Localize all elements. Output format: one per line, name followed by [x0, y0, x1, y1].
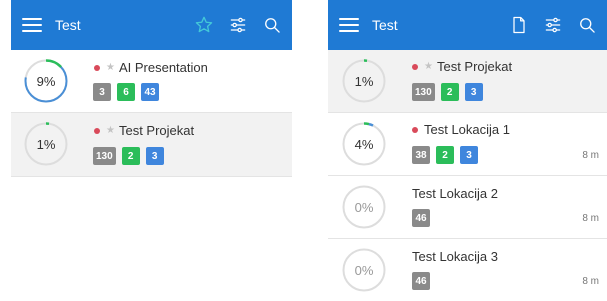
count-badge-blue: 3	[460, 146, 478, 164]
app-bar: Test	[328, 0, 607, 50]
progress-percent: 1%	[354, 73, 374, 89]
progress-percent: 4%	[354, 136, 374, 152]
progress-ring: 0%	[341, 184, 387, 230]
right-panel: Test 1% ★ Test Projekat 130 2 3 4% Test …	[328, 0, 607, 299]
item-title: Test Lokacija 3	[412, 249, 498, 264]
item-title: AI Presentation	[118, 60, 208, 75]
count-badge-green: 2	[440, 83, 459, 101]
status-dot	[94, 127, 100, 134]
list-item[interactable]: 1% ★ Test Projekat 130 2 3	[11, 113, 292, 177]
count-badge-blue: 3	[464, 83, 483, 101]
hamburger-menu-icon[interactable]	[339, 18, 359, 32]
item-title: Test Projekat	[118, 123, 195, 138]
search-icon[interactable]	[575, 13, 599, 37]
item-title: Test Lokacija 2	[412, 186, 498, 201]
status-dot	[412, 63, 418, 70]
app-title: Test	[372, 17, 398, 33]
hamburger-menu-icon[interactable]	[22, 18, 42, 32]
list-item[interactable]: 1% ★ Test Projekat 130 2 3	[328, 50, 607, 113]
status-dot	[412, 126, 418, 133]
progress-ring: 4%	[341, 121, 387, 167]
star-outline-icon[interactable]	[192, 13, 216, 37]
progress-percent: 1%	[36, 136, 56, 152]
count-badge-green: 2	[436, 146, 454, 164]
count-badge-green: 2	[121, 147, 140, 165]
sliders-icon[interactable]	[226, 13, 250, 37]
count-badge-grey: 46	[412, 209, 430, 227]
elapsed-time: 8 m	[582, 213, 599, 224]
progress-ring: 1%	[341, 58, 387, 104]
sliders-icon[interactable]	[541, 13, 565, 37]
count-badge-blue: 3	[145, 147, 164, 165]
star-icon[interactable]: ★	[106, 62, 115, 73]
list-item[interactable]: 0% Test Lokacija 3 46 8 m	[328, 239, 607, 301]
count-badge-grey: 46	[412, 272, 430, 290]
elapsed-time: 8 m	[582, 276, 599, 287]
star-icon[interactable]: ★	[424, 61, 433, 72]
app-bar: Test	[11, 0, 292, 50]
document-icon[interactable]	[507, 13, 531, 37]
progress-ring: 9%	[23, 58, 69, 104]
progress-ring: 0%	[341, 247, 387, 293]
item-title: Test Lokacija 1	[424, 122, 510, 137]
progress-percent: 0%	[354, 199, 374, 215]
list-item[interactable]: 9% ★ AI Presentation 3 6 43	[11, 50, 292, 113]
progress-percent: 0%	[354, 262, 374, 278]
search-icon[interactable]	[260, 13, 284, 37]
app-title: Test	[55, 17, 81, 33]
count-badge-grey: 38	[412, 146, 430, 164]
count-badge-blue: 43	[141, 83, 159, 101]
count-badge-green: 6	[117, 83, 135, 101]
count-badge-grey: 3	[93, 83, 111, 101]
star-icon[interactable]: ★	[106, 125, 115, 136]
count-badge-grey: 130	[93, 147, 116, 165]
list-item[interactable]: 0% Test Lokacija 2 46 8 m	[328, 176, 607, 239]
progress-ring: 1%	[23, 121, 69, 167]
status-dot	[94, 64, 100, 71]
list-item[interactable]: 4% Test Lokacija 1 38 2 3 8 m	[328, 113, 607, 176]
elapsed-time: 8 m	[582, 150, 599, 161]
left-panel: Test 9% ★ AI Presentation 3 6 43 1% ★ Te…	[11, 0, 292, 177]
progress-percent: 9%	[36, 73, 56, 89]
item-title: Test Projekat	[436, 59, 513, 74]
count-badge-grey: 130	[412, 83, 435, 101]
